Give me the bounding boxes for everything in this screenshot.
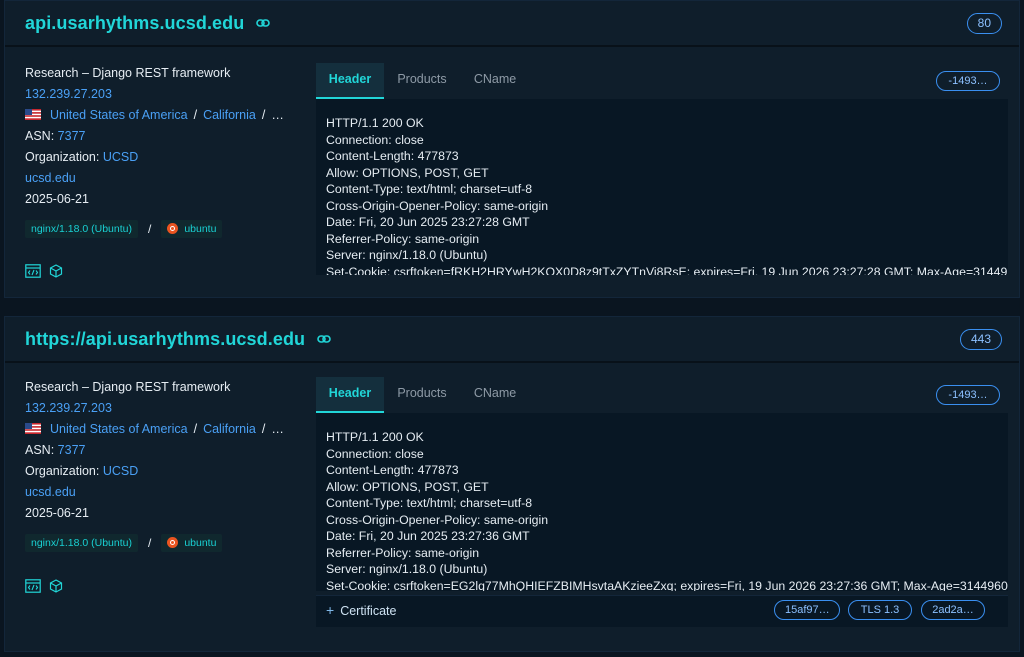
- asn-link[interactable]: 7377: [58, 129, 86, 143]
- tab-cname[interactable]: CName: [470, 63, 520, 99]
- plus-icon: +: [326, 602, 335, 618]
- tab-bar: Header Products CName -1493…: [316, 377, 1008, 413]
- header-content: HTTP/1.1 200 OK Connection: close Conten…: [316, 413, 1008, 591]
- region-more[interactable]: …: [271, 108, 284, 122]
- asn-link[interactable]: 7377: [58, 443, 86, 457]
- action-icons: [25, 264, 63, 278]
- card-header: api.usarhythms.ucsd.edu 80: [5, 1, 1019, 47]
- code-icon[interactable]: [25, 579, 41, 593]
- region-link[interactable]: California: [203, 108, 256, 122]
- hash-pill[interactable]: -1493…: [936, 385, 1000, 405]
- tech-tags: nginx/1.18.0 (Ubuntu) / ubuntu: [25, 534, 223, 552]
- asn-label: ASN:: [25, 129, 55, 143]
- os-tag-label: ubuntu: [184, 223, 217, 235]
- host-info: Research – Django REST framework 132.239…: [25, 377, 305, 524]
- cert-fingerprint-pill[interactable]: 2ad2a…: [921, 600, 985, 620]
- host-link[interactable]: https://api.usarhythms.ucsd.edu: [25, 329, 305, 349]
- result-card: https://api.usarhythms.ucsd.edu 443 Rese…: [4, 316, 1020, 652]
- link-icon[interactable]: [317, 334, 331, 344]
- result-card: api.usarhythms.ucsd.edu 80 Research – Dj…: [4, 0, 1020, 298]
- tech-tags: nginx/1.18.0 (Ubuntu) / ubuntu: [25, 220, 223, 238]
- tab-header[interactable]: Header: [316, 377, 384, 413]
- ip-link[interactable]: 132.239.27.203: [25, 87, 112, 101]
- domain-link[interactable]: ucsd.edu: [25, 485, 76, 499]
- code-icon[interactable]: [25, 264, 41, 278]
- certificate-bar: + Certificate 15af97… TLS 1.3 2ad2a…: [316, 595, 1008, 627]
- location: United States of America / California /…: [25, 105, 305, 126]
- host-link[interactable]: api.usarhythms.ucsd.edu: [25, 13, 244, 33]
- region-more[interactable]: …: [271, 422, 284, 436]
- certificate-label: Certificate: [340, 604, 397, 618]
- detail-panel: Header Products CName -1493… HTTP/1.1 20…: [316, 377, 1008, 627]
- tls-version-pill[interactable]: TLS 1.3: [848, 600, 912, 620]
- link-icon[interactable]: [256, 18, 271, 28]
- domain-link[interactable]: ucsd.edu: [25, 171, 76, 185]
- tab-header[interactable]: Header: [316, 63, 384, 99]
- scan-date: 2025-06-21: [25, 192, 89, 206]
- scan-date: 2025-06-21: [25, 506, 89, 520]
- http-headers-text: HTTP/1.1 200 OK Connection: close Conten…: [326, 116, 1008, 275]
- server-tag[interactable]: nginx/1.18.0 (Ubuntu): [25, 534, 138, 552]
- ip-link[interactable]: 132.239.27.203: [25, 401, 112, 415]
- card-header: https://api.usarhythms.ucsd.edu 443: [5, 317, 1019, 363]
- tab-bar: Header Products CName -1493…: [316, 63, 1008, 99]
- org-link[interactable]: UCSD: [103, 464, 138, 478]
- tab-cname[interactable]: CName: [470, 377, 520, 413]
- country-link[interactable]: United States of America: [50, 108, 188, 122]
- port-badge[interactable]: 443: [959, 329, 1002, 350]
- tab-products[interactable]: Products: [394, 63, 450, 99]
- country-link[interactable]: United States of America: [50, 422, 188, 436]
- port-badge[interactable]: 80: [966, 13, 1002, 34]
- region-link[interactable]: California: [203, 422, 256, 436]
- tab-products[interactable]: Products: [394, 377, 450, 413]
- ubuntu-icon: [167, 536, 179, 548]
- certificate-toggle[interactable]: + Certificate: [326, 602, 396, 618]
- cert-hash-pill[interactable]: 15af97…: [774, 600, 840, 620]
- os-tag[interactable]: ubuntu: [161, 534, 223, 552]
- detail-panel: Header Products CName -1493… HTTP/1.1 20…: [316, 63, 1008, 275]
- us-flag-icon: [25, 109, 41, 121]
- os-tag[interactable]: ubuntu: [161, 220, 223, 238]
- http-headers-text: HTTP/1.1 200 OK Connection: close Conten…: [326, 430, 1008, 591]
- hash-pill[interactable]: -1493…: [936, 71, 1000, 91]
- org-label: Organization:: [25, 464, 100, 478]
- ubuntu-icon: [167, 222, 179, 234]
- os-tag-label: ubuntu: [184, 537, 217, 549]
- location: United States of America / California /…: [25, 419, 305, 440]
- org-label: Organization:: [25, 150, 100, 164]
- site-title: Research – Django REST framework: [25, 66, 231, 80]
- header-content: HTTP/1.1 200 OK Connection: close Conten…: [316, 99, 1008, 275]
- org-link[interactable]: UCSD: [103, 150, 138, 164]
- cube-icon[interactable]: [49, 579, 63, 593]
- site-title: Research – Django REST framework: [25, 380, 231, 394]
- cube-icon[interactable]: [49, 264, 63, 278]
- asn-label: ASN:: [25, 443, 55, 457]
- action-icons: [25, 579, 63, 593]
- us-flag-icon: [25, 423, 41, 435]
- host-info: Research – Django REST framework 132.239…: [25, 63, 305, 210]
- server-tag[interactable]: nginx/1.18.0 (Ubuntu): [25, 220, 138, 238]
